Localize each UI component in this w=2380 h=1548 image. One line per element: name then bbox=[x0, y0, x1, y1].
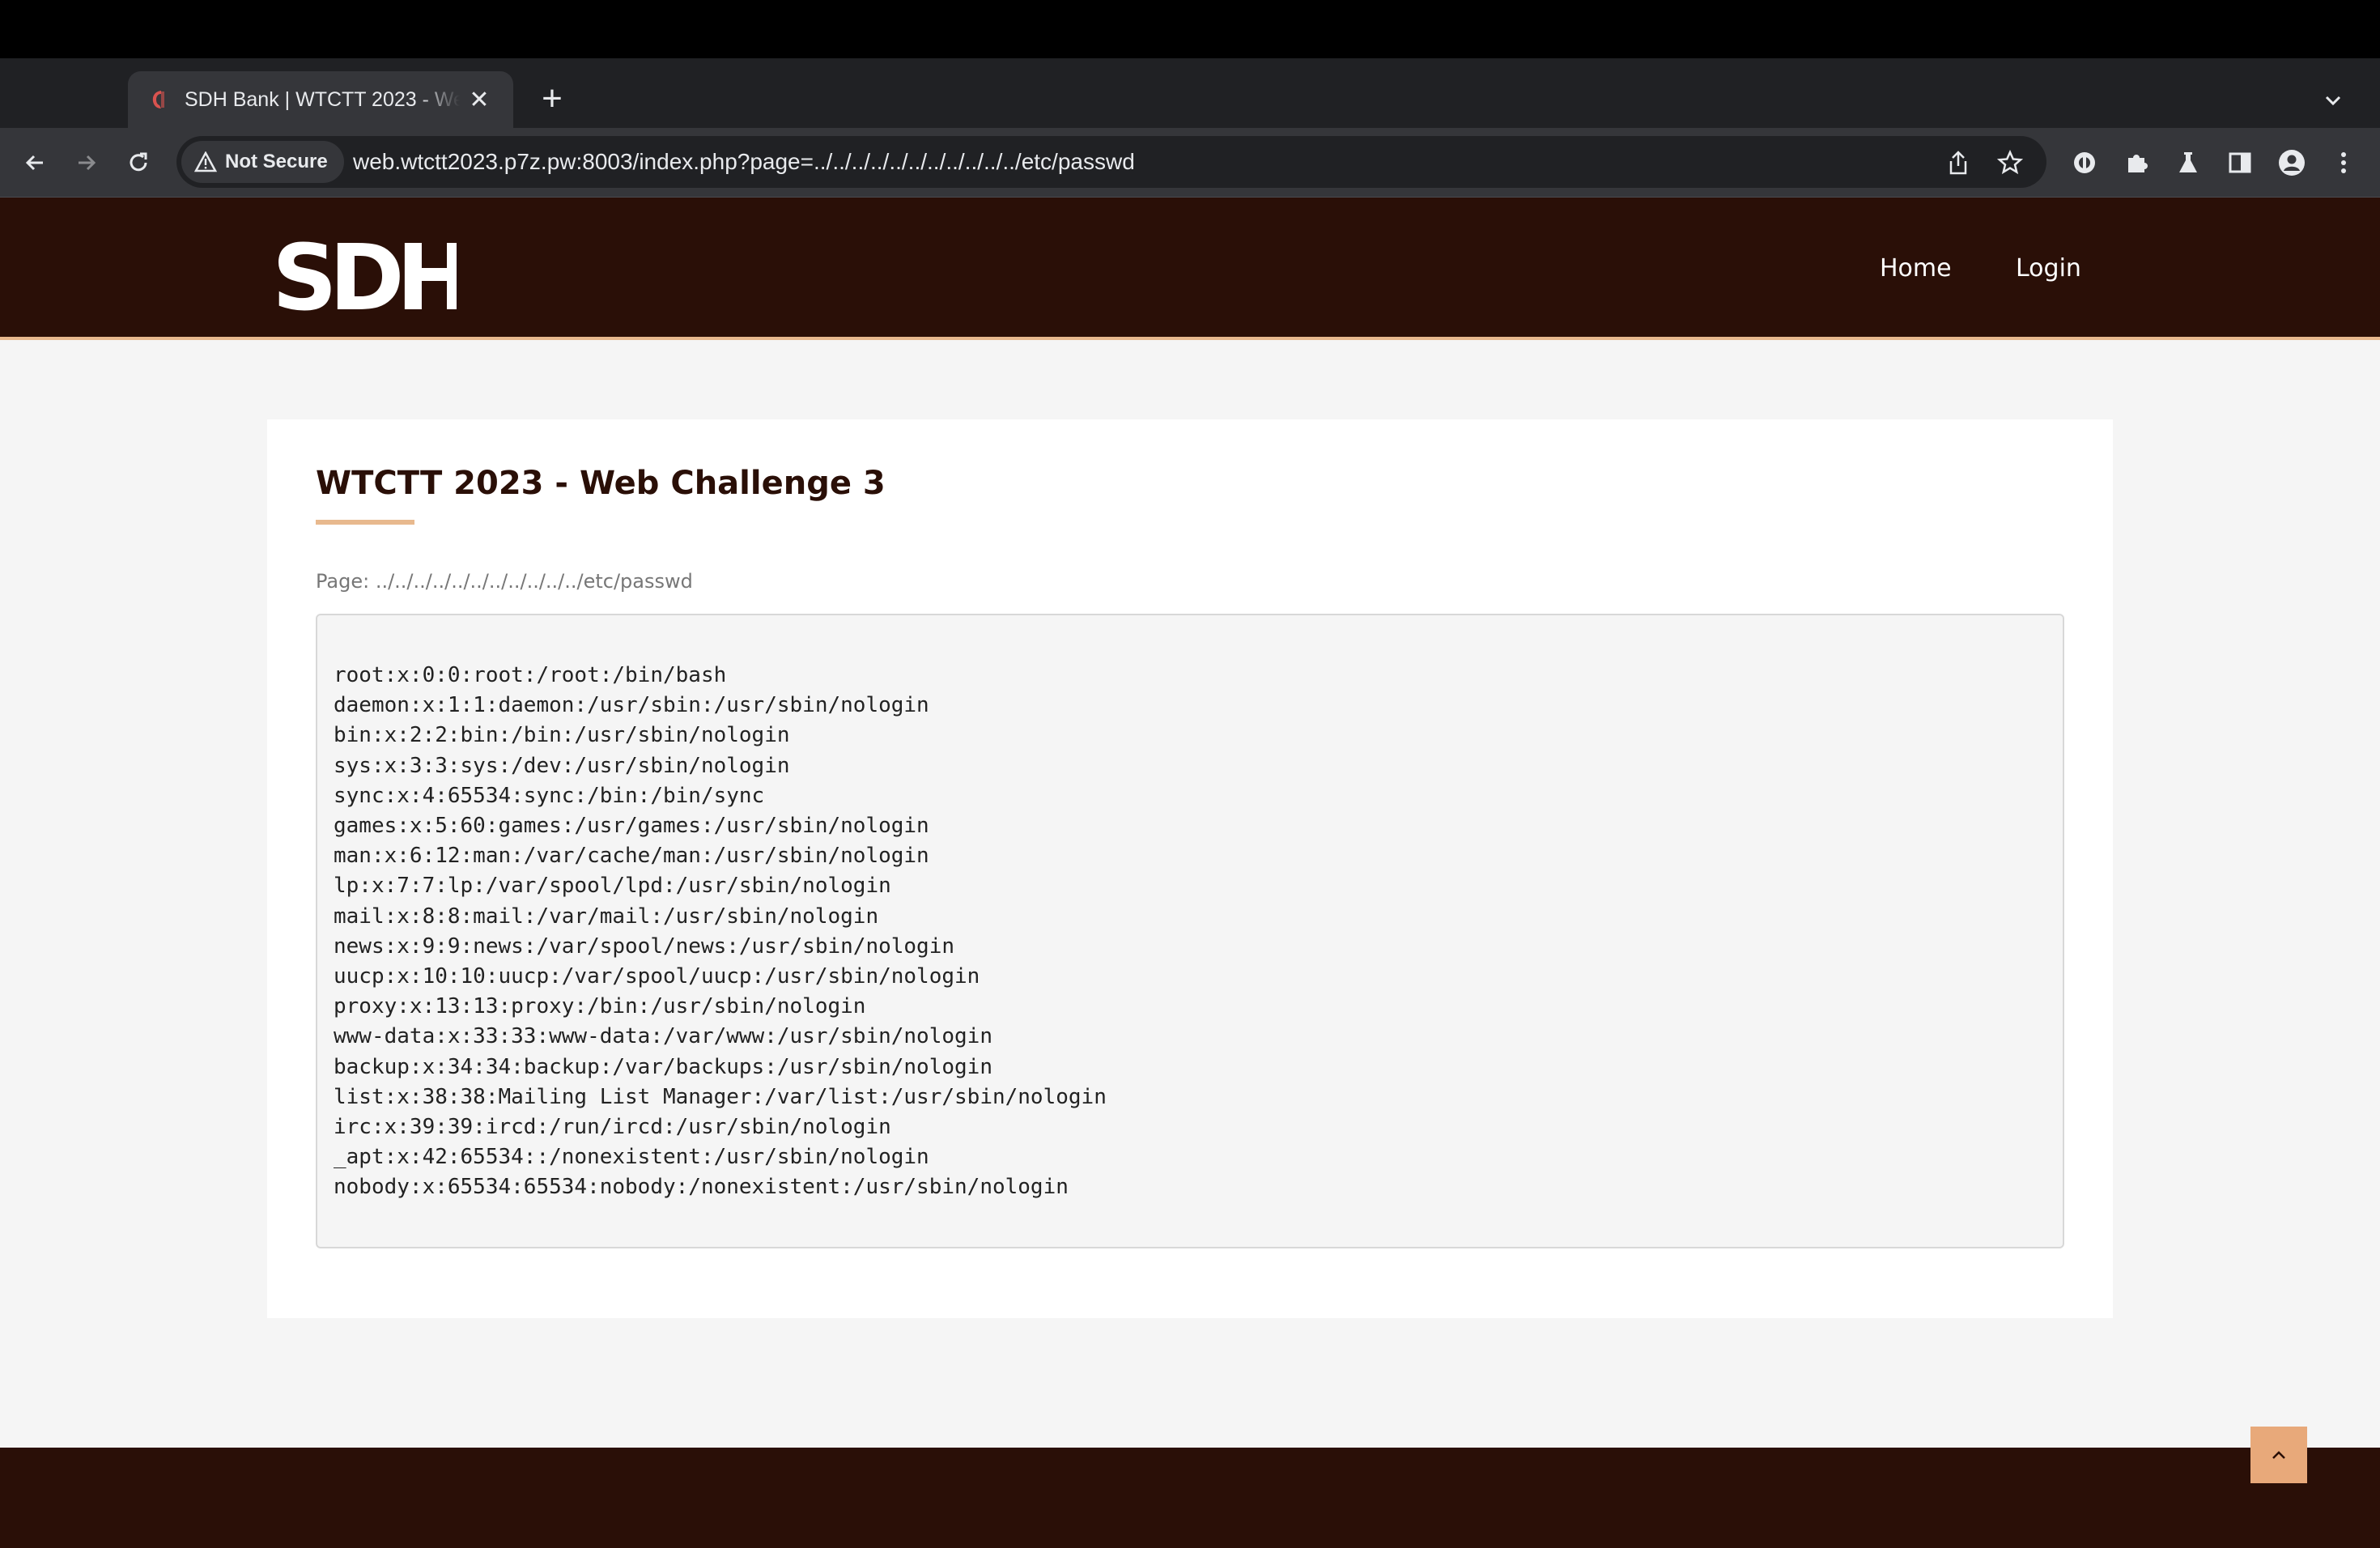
profile-avatar-icon[interactable] bbox=[2276, 147, 2307, 178]
passwd-line: nobody:x:65534:65534:nobody:/nonexistent… bbox=[334, 1175, 1069, 1200]
passwd-line: backup:x:34:34:backup:/var/backups:/usr/… bbox=[334, 1054, 992, 1079]
address-bar[interactable]: Not Secure web.wtctt2023.p7z.pw:8003/ind… bbox=[176, 136, 2046, 188]
url-text[interactable]: web.wtctt2023.p7z.pw:8003/index.php?page… bbox=[353, 136, 1135, 188]
forward-arrow-icon[interactable] bbox=[68, 144, 105, 181]
tab-title: SDH Bank | WTCTT 2023 - Web Challenge 3 bbox=[185, 87, 460, 111]
security-indicator[interactable]: Not Secure bbox=[181, 141, 344, 183]
browser-tabstrip: SDH Bank | WTCTT 2023 - Web Challenge 3 … bbox=[0, 58, 2380, 128]
warning-triangle-icon bbox=[194, 151, 217, 172]
passwd-line: daemon:x:1:1:daemon:/usr/sbin:/usr/sbin/… bbox=[334, 693, 929, 718]
passwd-line: games:x:5:60:games:/usr/games:/usr/sbin/… bbox=[334, 814, 929, 839]
passwd-file-content: root:x:0:0:root:/root:/bin/bash daemon:x… bbox=[334, 661, 2046, 1203]
sdh-logo[interactable]: SDH bbox=[272, 226, 473, 331]
browser-tab-active[interactable]: SDH Bank | WTCTT 2023 - Web Challenge 3 … bbox=[128, 71, 513, 128]
bookmark-star-icon[interactable] bbox=[1996, 149, 2024, 176]
passwd-line: bin:x:2:2:bin:/bin:/usr/sbin/nologin bbox=[334, 723, 790, 748]
title-underline bbox=[316, 520, 414, 525]
tab-search-chevron-icon[interactable] bbox=[2320, 87, 2346, 113]
site-header: SDH Home Login bbox=[0, 198, 2380, 340]
scroll-to-top-button[interactable] bbox=[2250, 1427, 2307, 1483]
close-tab-icon[interactable]: ✕ bbox=[465, 85, 494, 114]
passwd-line: proxy:x:13:13:proxy:/bin:/usr/sbin/nolog… bbox=[334, 994, 866, 1019]
reload-icon[interactable] bbox=[120, 144, 157, 181]
page-parameter-label: Page: ../../../../../../../../../../../e… bbox=[316, 570, 693, 593]
side-panel-icon[interactable] bbox=[2225, 147, 2255, 178]
extensions-puzzle-icon[interactable] bbox=[2121, 147, 2152, 178]
passwd-line: sync:x:4:65534:sync:/bin:/bin/sync bbox=[334, 783, 765, 808]
passwd-line: man:x:6:12:man:/var/cache/man:/usr/sbin/… bbox=[334, 844, 929, 869]
passwd-line: news:x:9:9:news:/var/spool/news:/usr/sbi… bbox=[334, 933, 955, 959]
passwd-line: sys:x:3:3:sys:/dev:/usr/sbin/nologin bbox=[334, 753, 790, 778]
content-card: WTCTT 2023 - Web Challenge 3 Page: ../..… bbox=[267, 419, 2113, 1318]
passwd-line: lp:x:7:7:lp:/var/spool/lpd:/usr/sbin/nol… bbox=[334, 874, 891, 899]
labs-flask-icon[interactable] bbox=[2173, 147, 2204, 178]
share-icon[interactable] bbox=[1944, 149, 1972, 176]
os-menu-bar bbox=[0, 0, 2380, 58]
nav-login-link[interactable]: Login bbox=[2016, 254, 2081, 283]
browser-toolbar: Not Secure web.wtctt2023.p7z.pw:8003/ind… bbox=[0, 128, 2380, 198]
passwd-line: _apt:x:42:65534::/nonexistent:/usr/sbin/… bbox=[334, 1145, 929, 1170]
extension-circle-icon[interactable] bbox=[2069, 147, 2100, 178]
passwd-line: root:x:0:0:root:/root:/bin/bash bbox=[334, 663, 727, 687]
page-title: WTCTT 2023 - Web Challenge 3 bbox=[316, 465, 886, 502]
chevron-up-icon bbox=[2272, 1451, 2285, 1459]
page-viewport: SDH Home Login WTCTT 2023 - Web Challeng… bbox=[0, 198, 2380, 1548]
browser-menu-icon[interactable] bbox=[2328, 147, 2359, 178]
passwd-line: list:x:38:38:Mailing List Manager:/var/l… bbox=[334, 1084, 1107, 1109]
file-output-box: root:x:0:0:root:/root:/bin/bash daemon:x… bbox=[316, 614, 2064, 1248]
passwd-line: mail:x:8:8:mail:/var/mail:/usr/sbin/nolo… bbox=[334, 904, 879, 929]
nav-home-link[interactable]: Home bbox=[1880, 254, 1952, 283]
passwd-line: irc:x:39:39:ircd:/run/ircd:/usr/sbin/nol… bbox=[334, 1115, 891, 1140]
security-label: Not Secure bbox=[225, 151, 328, 172]
passwd-line: uucp:x:10:10:uucp:/var/spool/uucp:/usr/s… bbox=[334, 964, 980, 989]
back-arrow-icon[interactable] bbox=[16, 144, 53, 181]
passwd-line: www-data:x:33:33:www-data:/var/www:/usr/… bbox=[334, 1024, 992, 1049]
site-footer bbox=[0, 1448, 2380, 1548]
sdh-favicon-icon bbox=[147, 88, 170, 111]
logo-text: SDH bbox=[272, 235, 457, 314]
new-tab-button[interactable]: + bbox=[534, 81, 570, 118]
